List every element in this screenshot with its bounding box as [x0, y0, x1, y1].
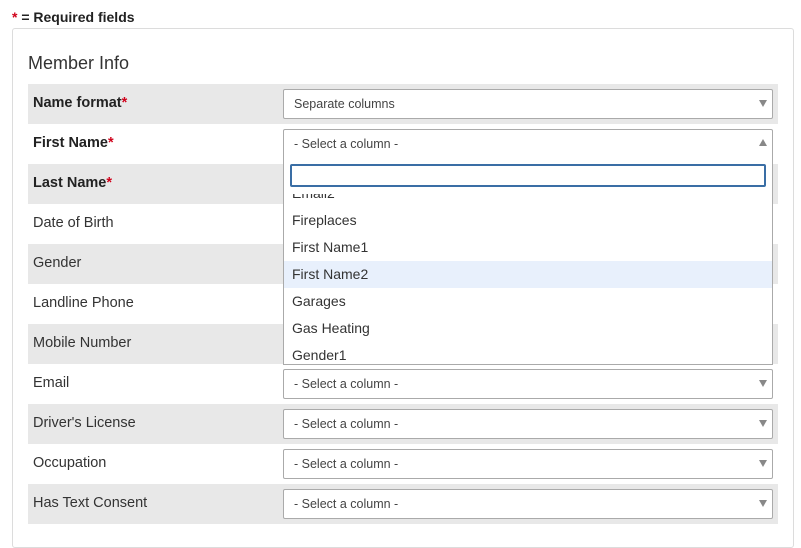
occupation-select[interactable]: - Select a column -: [283, 449, 773, 479]
field-label-landline-phone: Landline Phone: [33, 295, 134, 311]
dropdown-option[interactable]: Fireplaces: [284, 207, 772, 234]
row-drivers-license: Driver's License - Select a column -: [28, 404, 778, 444]
field-label-drivers-license: Driver's License: [33, 415, 136, 431]
select-value: - Select a column -: [294, 417, 399, 431]
triangle-down-icon: [759, 460, 767, 467]
required-fields-note: * = Required fields: [12, 9, 135, 25]
email-select[interactable]: - Select a column -: [283, 369, 773, 399]
row-name-format: Name format* Separate columns: [28, 84, 778, 124]
row-occupation: Occupation - Select a column -: [28, 444, 778, 484]
drivers-license-select[interactable]: - Select a column -: [283, 409, 773, 439]
field-label-name-format: Name format*: [33, 95, 128, 111]
dropdown-option[interactable]: First Name1: [284, 234, 772, 261]
dropdown-option[interactable]: Garages: [284, 288, 772, 315]
field-label-date-of-birth: Date of Birth: [33, 215, 114, 231]
dropdown-options-list[interactable]: Email2 Fireplaces First Name1 First Name…: [284, 194, 772, 364]
has-text-consent-select[interactable]: - Select a column -: [283, 489, 773, 519]
dropdown-search-input[interactable]: [290, 164, 766, 187]
dropdown-option[interactable]: Gas Heating: [284, 315, 772, 342]
first-name-select[interactable]: - Select a column -: [283, 129, 773, 159]
required-star: *: [121, 95, 128, 111]
select-value: - Select a column -: [294, 457, 399, 471]
select-value: - Select a column -: [294, 377, 399, 391]
field-label-gender: Gender: [33, 255, 82, 271]
column-dropdown: Email2 Fireplaces First Name1 First Name…: [283, 158, 773, 365]
dropdown-option[interactable]: Gender1: [284, 342, 772, 364]
field-label-last-name: Last Name*: [33, 175, 112, 191]
field-label-occupation: Occupation: [33, 455, 107, 471]
section-title: Member Info: [28, 53, 130, 73]
triangle-down-icon: [759, 380, 767, 387]
field-label-email: Email: [33, 375, 70, 391]
dropdown-option-highlighted[interactable]: First Name2: [284, 261, 772, 288]
row-email: Email - Select a column -: [28, 364, 778, 404]
select-value: - Select a column -: [294, 137, 399, 151]
triangle-up-icon: [759, 139, 767, 146]
dropdown-option[interactable]: Email2: [284, 194, 772, 207]
required-star: *: [107, 135, 114, 151]
row-has-text-consent: Has Text Consent - Select a column -: [28, 484, 778, 524]
name-format-select[interactable]: Separate columns: [283, 89, 773, 119]
required-star: *: [106, 175, 112, 191]
select-value: - Select a column -: [294, 497, 399, 511]
field-label-first-name: First Name*: [33, 135, 114, 151]
select-value: Separate columns: [294, 97, 395, 111]
field-label-has-text-consent: Has Text Consent: [33, 495, 148, 511]
field-label-mobile-number: Mobile Number: [33, 335, 132, 351]
triangle-down-icon: [759, 420, 767, 427]
triangle-down-icon: [759, 100, 767, 107]
required-note-text: = Required fields: [17, 9, 135, 25]
triangle-down-icon: [759, 500, 767, 507]
